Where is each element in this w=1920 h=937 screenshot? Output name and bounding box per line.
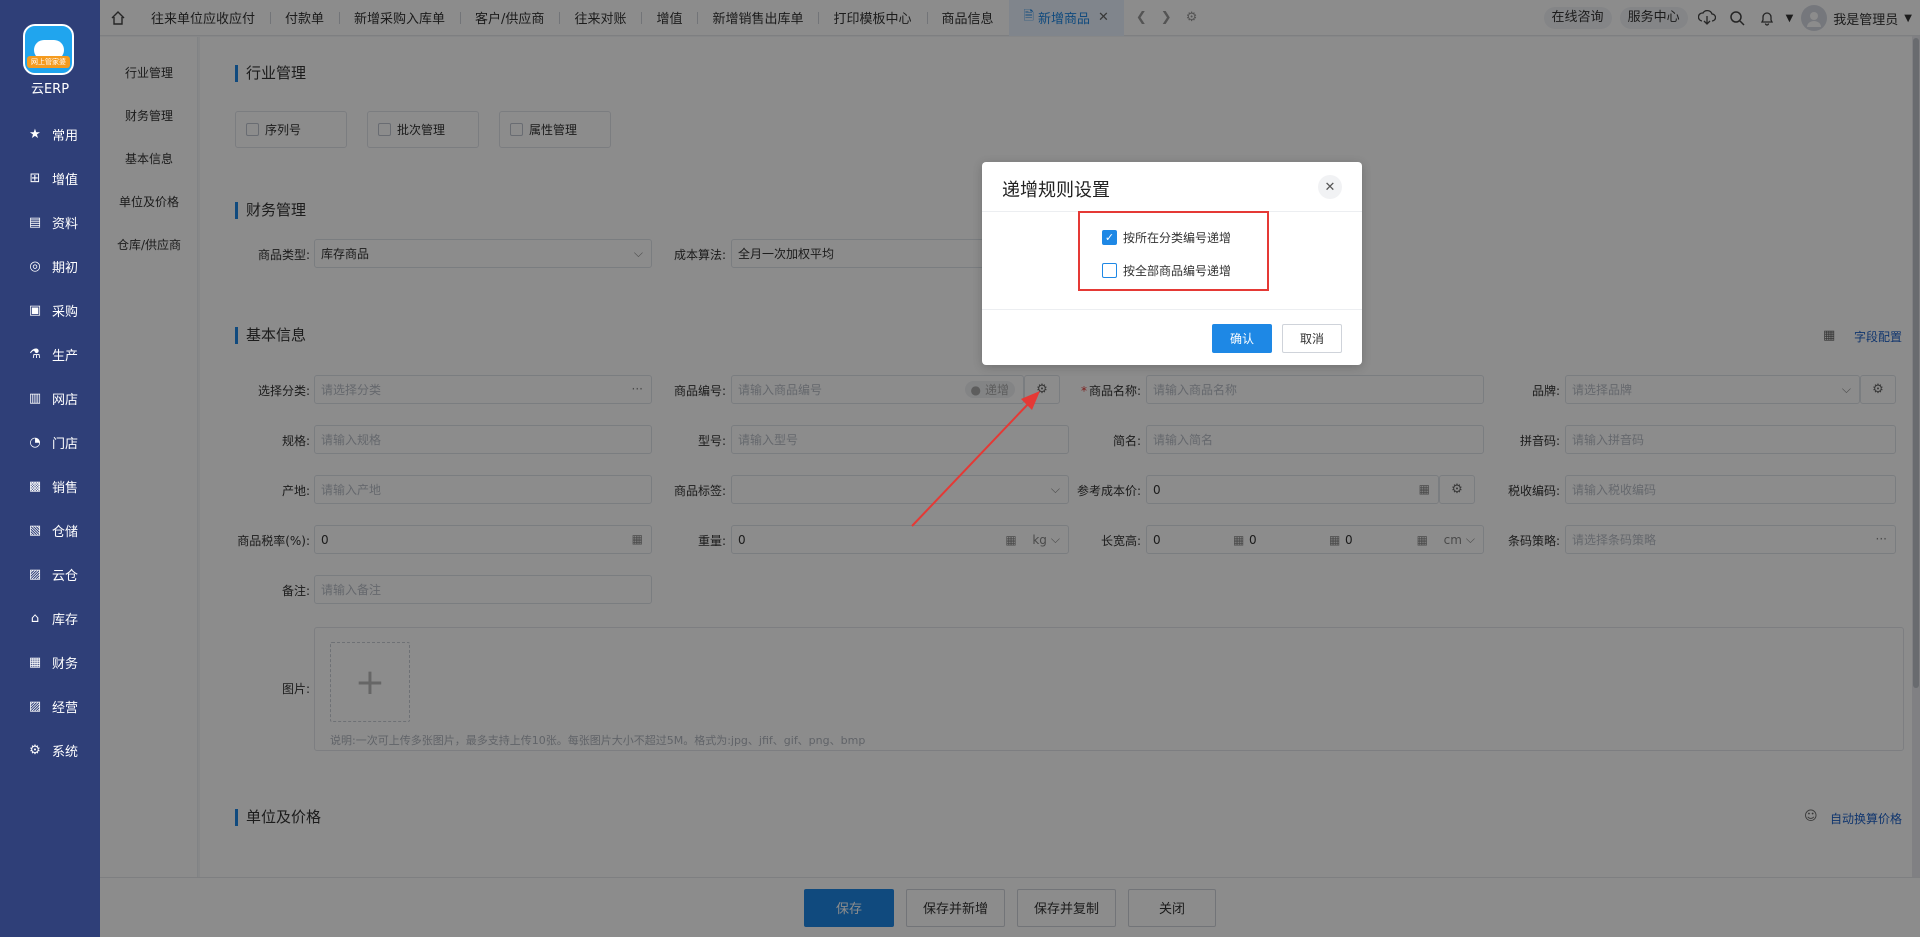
checkbox-checked-icon[interactable]: ✓ — [1102, 230, 1117, 245]
sidebar-item-11[interactable]: ⌂ 库存 — [0, 596, 100, 640]
checkbox-unchecked-icon[interactable] — [1102, 263, 1117, 278]
cancel-button[interactable]: 取消 — [1282, 324, 1342, 353]
sidebar-item-label: 采购 — [52, 304, 79, 320]
pie-icon: ◔ — [29, 434, 41, 450]
sidebar-item-12[interactable]: ▦ 财务 — [0, 640, 100, 684]
modal-overlay — [100, 0, 1920, 937]
sidebar-item-label: 生产 — [52, 348, 79, 364]
home-stock-icon: ⌂ — [30, 610, 40, 626]
document-icon: ▤ — [28, 214, 42, 230]
sidebar-item-label: 门店 — [52, 436, 79, 452]
business-icon: ▨ — [28, 698, 42, 714]
sidebar-item-label: 资料 — [52, 216, 79, 232]
sidebar-item-3[interactable]: ◎ 期初 — [0, 244, 100, 288]
brand-name: 云ERP — [30, 82, 70, 97]
sidebar-item-label: 销售 — [52, 480, 79, 496]
sidebar-item-14[interactable]: ⚙ 系统 — [0, 728, 100, 772]
highlight-box — [1078, 211, 1269, 291]
sidebar-item-label: 增值 — [52, 172, 79, 188]
dialog-title: 递增规则设置 — [1002, 180, 1110, 201]
sidebar-item-label: 常用 — [52, 128, 79, 144]
warehouse-icon: ▧ — [28, 522, 42, 538]
sidebar-item-label: 财务 — [52, 656, 79, 672]
sidebar-item-9[interactable]: ▧ 仓储 — [0, 508, 100, 552]
sidebar-item-label: 系统 — [52, 744, 79, 760]
sidebar-item-label: 经营 — [52, 700, 79, 716]
store-icon: ▥ — [28, 390, 42, 406]
star-icon: ★ — [29, 126, 41, 142]
sidebar-item-8[interactable]: ▩ 销售 — [0, 464, 100, 508]
sidebar-item-13[interactable]: ▨ 经营 — [0, 684, 100, 728]
sidebar-item-0[interactable]: ★ 常用 — [0, 112, 100, 156]
cloud-warehouse-icon: ▨ — [28, 566, 42, 582]
left-navigation: 网上管家婆 云ERP ★ 常用 ⊞ 增值 ▤ 资料 ◎ 期初 ▣ 采购 ⚗ 生产 ▥ 网店 ◔ 门店 ▩ 销售 ▧ 仓… — [0, 0, 100, 937]
finance-icon: ▦ — [28, 654, 42, 670]
confirm-button[interactable]: 确认 — [1212, 324, 1272, 353]
logo-badge: 网上管家婆 — [27, 56, 70, 68]
sidebar-item-5[interactable]: ⚗ 生产 — [0, 332, 100, 376]
sidebar-item-label: 期初 — [52, 260, 79, 276]
option-by-category[interactable]: ✓ 按所在分类编号递增 — [1102, 229, 1231, 246]
sidebar-item-10[interactable]: ▨ 云仓 — [0, 552, 100, 596]
nav-menu: ★ 常用 ⊞ 增值 ▤ 资料 ◎ 期初 ▣ 采购 ⚗ 生产 ▥ 网店 ◔ 门店 ▩ 销售 ▧ 仓储 ▨ 云仓 ⌂ 库存 ▦ 财务 ▨… — [0, 112, 100, 772]
purchase-icon: ▣ — [28, 302, 42, 318]
sidebar-item-7[interactable]: ◔ 门店 — [0, 420, 100, 464]
sidebar-item-4[interactable]: ▣ 采购 — [0, 288, 100, 332]
production-icon: ⚗ — [29, 346, 41, 362]
sidebar-item-label: 云仓 — [52, 568, 79, 584]
chart-icon: ▩ — [28, 478, 42, 494]
sidebar-item-label: 库存 — [52, 612, 79, 628]
sidebar-item-label: 仓储 — [52, 524, 79, 540]
sidebar-item-2[interactable]: ▤ 资料 — [0, 200, 100, 244]
dialog-close-icon[interactable]: ✕ — [1318, 175, 1342, 199]
app-logo[interactable]: 网上管家婆 — [23, 24, 74, 75]
target-icon: ◎ — [29, 258, 41, 274]
plus-square-icon: ⊞ — [29, 170, 41, 186]
sidebar-item-label: 网店 — [52, 392, 79, 408]
sidebar-item-6[interactable]: ▥ 网店 — [0, 376, 100, 420]
increment-rule-dialog: 递增规则设置 ✕ ✓ 按所在分类编号递增 按全部商品编号递增 确认 取消 — [982, 162, 1362, 365]
system-gear-icon: ⚙ — [29, 742, 41, 758]
option-by-all-goods[interactable]: 按全部商品编号递增 — [1102, 262, 1231, 279]
sidebar-item-1[interactable]: ⊞ 增值 — [0, 156, 100, 200]
